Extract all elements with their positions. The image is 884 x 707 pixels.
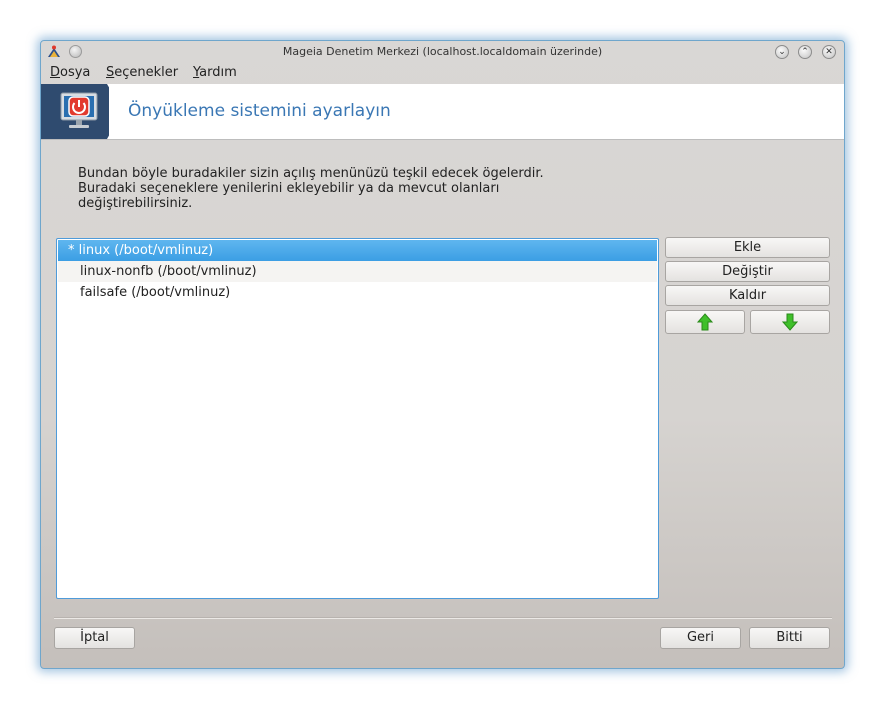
- menu-bar: Dosya Seçenekler Yardım: [41, 63, 844, 83]
- menu-options[interactable]: Seçenekler: [106, 65, 178, 80]
- list-item[interactable]: failsafe (/boot/vmlinuz): [58, 282, 657, 303]
- menu-options-label: eçenekler: [114, 65, 179, 80]
- menu-help[interactable]: Yardım: [193, 65, 237, 80]
- description-line: Buradaki seçeneklere yenilerini ekleyebi…: [78, 181, 500, 196]
- arrow-down-icon: [782, 313, 798, 331]
- finish-button[interactable]: Bitti: [749, 627, 830, 649]
- list-item[interactable]: linux-nonfb (/boot/vmlinuz): [58, 261, 657, 282]
- boot-entries-list[interactable]: * linux (/boot/vmlinuz) linux-nonfb (/bo…: [56, 238, 659, 599]
- modify-button[interactable]: Değiştir: [665, 261, 830, 282]
- close-button[interactable]: ✕: [822, 45, 836, 59]
- title-bar[interactable]: Mageia Denetim Merkezi (localhost.locald…: [41, 41, 844, 63]
- menu-file[interactable]: Dosya: [50, 65, 90, 80]
- chevron-down-icon: ⌄: [778, 47, 786, 57]
- remove-button[interactable]: Kaldır: [665, 285, 830, 306]
- move-up-button[interactable]: [665, 310, 745, 334]
- arrow-up-icon: [697, 313, 713, 331]
- header-banner: Önyükleme sistemini ayarlayın: [41, 84, 844, 140]
- add-button[interactable]: Ekle: [665, 237, 830, 258]
- minimize-button[interactable]: ⌄: [775, 45, 789, 59]
- maximize-button[interactable]: ⌃: [798, 45, 812, 59]
- window-title: Mageia Denetim Merkezi (localhost.locald…: [282, 45, 603, 58]
- chevron-up-icon: ⌃: [801, 47, 809, 57]
- menu-help-label: ardım: [199, 65, 237, 80]
- page-title: Önyükleme sistemini ayarlayın: [128, 101, 391, 121]
- app-window: Mageia Denetim Merkezi (localhost.locald…: [40, 40, 845, 669]
- move-down-button[interactable]: [750, 310, 830, 334]
- description-line: Bundan böyle buradakiler sizin açılış me…: [78, 166, 544, 181]
- list-item-selected[interactable]: * linux (/boot/vmlinuz): [58, 240, 657, 261]
- menu-file-mnemonic: D: [50, 65, 61, 80]
- description-text: Bundan böyle buradakiler sizin açılış me…: [78, 166, 598, 211]
- description-line: değiştirebilirsiniz.: [78, 196, 193, 211]
- close-icon: ✕: [825, 47, 833, 57]
- menu-file-label: osya: [60, 65, 91, 80]
- back-button[interactable]: Geri: [660, 627, 741, 649]
- power-monitor-icon: [60, 92, 98, 128]
- footer-separator: [54, 617, 832, 619]
- cancel-button[interactable]: İptal: [54, 627, 135, 649]
